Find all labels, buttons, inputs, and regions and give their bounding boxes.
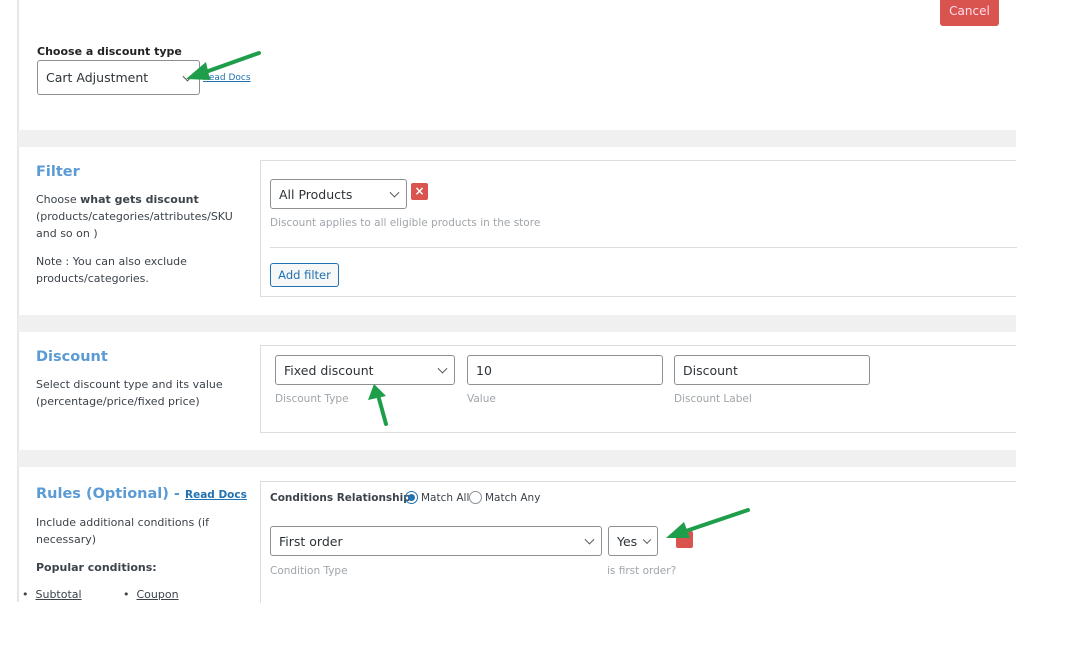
arrow-head-icon bbox=[368, 384, 386, 400]
arrow-head-icon bbox=[186, 62, 210, 80]
arrow-icon bbox=[198, 51, 261, 76]
annotation-arrows bbox=[186, 51, 750, 538]
arrow-icon bbox=[678, 508, 750, 535]
arrow-icon bbox=[376, 393, 388, 426]
arrow-head-icon bbox=[666, 522, 690, 538]
